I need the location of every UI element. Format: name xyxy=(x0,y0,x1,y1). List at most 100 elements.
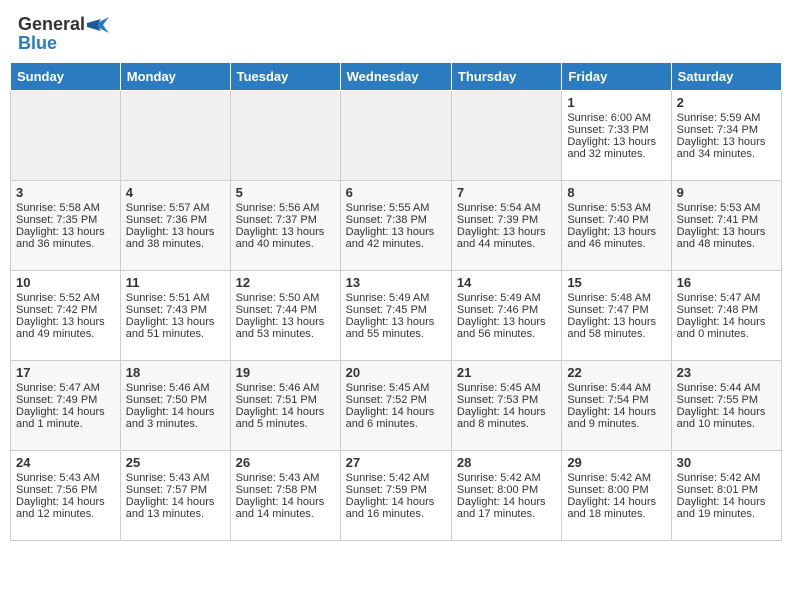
logo-bird-icon xyxy=(87,17,109,33)
day-number: 19 xyxy=(236,365,335,380)
calendar-cell: 14Sunrise: 5:49 AMSunset: 7:46 PMDayligh… xyxy=(451,271,561,361)
calendar-cell: 22Sunrise: 5:44 AMSunset: 7:54 PMDayligh… xyxy=(562,361,671,451)
day-number: 23 xyxy=(677,365,776,380)
calendar-cell: 4Sunrise: 5:57 AMSunset: 7:36 PMDaylight… xyxy=(120,181,230,271)
weekday-header-sunday: Sunday xyxy=(11,63,121,91)
calendar-cell: 17Sunrise: 5:47 AMSunset: 7:49 PMDayligh… xyxy=(11,361,121,451)
sunset-text: Sunset: 7:48 PM xyxy=(677,304,776,316)
day-number: 6 xyxy=(346,185,446,200)
calendar-cell xyxy=(11,91,121,181)
day-number: 17 xyxy=(16,365,115,380)
daylight-text: Daylight: 14 hours and 1 minute. xyxy=(16,406,115,430)
sunset-text: Sunset: 8:01 PM xyxy=(677,484,776,496)
calendar-cell: 15Sunrise: 5:48 AMSunset: 7:47 PMDayligh… xyxy=(562,271,671,361)
calendar-cell: 16Sunrise: 5:47 AMSunset: 7:48 PMDayligh… xyxy=(671,271,781,361)
sunset-text: Sunset: 7:45 PM xyxy=(346,304,446,316)
daylight-text: Daylight: 14 hours and 3 minutes. xyxy=(126,406,225,430)
day-number: 25 xyxy=(126,455,225,470)
day-number: 16 xyxy=(677,275,776,290)
sunset-text: Sunset: 7:52 PM xyxy=(346,394,446,406)
sunrise-text: Sunrise: 5:49 AM xyxy=(346,292,446,304)
daylight-text: Daylight: 14 hours and 17 minutes. xyxy=(457,496,556,520)
calendar-cell: 23Sunrise: 5:44 AMSunset: 7:55 PMDayligh… xyxy=(671,361,781,451)
sunset-text: Sunset: 7:34 PM xyxy=(677,124,776,136)
daylight-text: Daylight: 14 hours and 5 minutes. xyxy=(236,406,335,430)
daylight-text: Daylight: 14 hours and 12 minutes. xyxy=(16,496,115,520)
sunrise-text: Sunrise: 5:54 AM xyxy=(457,202,556,214)
daylight-text: Daylight: 14 hours and 18 minutes. xyxy=(567,496,665,520)
sunrise-text: Sunrise: 5:52 AM xyxy=(16,292,115,304)
day-number: 22 xyxy=(567,365,665,380)
weekday-header-wednesday: Wednesday xyxy=(340,63,451,91)
sunset-text: Sunset: 7:36 PM xyxy=(126,214,225,226)
daylight-text: Daylight: 13 hours and 36 minutes. xyxy=(16,226,115,250)
sunset-text: Sunset: 7:43 PM xyxy=(126,304,225,316)
calendar-cell xyxy=(451,91,561,181)
calendar-cell: 2Sunrise: 5:59 AMSunset: 7:34 PMDaylight… xyxy=(671,91,781,181)
weekday-header-row: SundayMondayTuesdayWednesdayThursdayFrid… xyxy=(11,63,782,91)
calendar-cell: 24Sunrise: 5:43 AMSunset: 7:56 PMDayligh… xyxy=(11,451,121,541)
daylight-text: Daylight: 13 hours and 55 minutes. xyxy=(346,316,446,340)
day-number: 18 xyxy=(126,365,225,380)
sunset-text: Sunset: 7:41 PM xyxy=(677,214,776,226)
logo-general-text: General xyxy=(18,14,85,35)
sunrise-text: Sunrise: 6:00 AM xyxy=(567,112,665,124)
calendar-cell xyxy=(120,91,230,181)
sunrise-text: Sunrise: 5:53 AM xyxy=(567,202,665,214)
sunset-text: Sunset: 7:35 PM xyxy=(16,214,115,226)
calendar-cell: 12Sunrise: 5:50 AMSunset: 7:44 PMDayligh… xyxy=(230,271,340,361)
sunrise-text: Sunrise: 5:50 AM xyxy=(236,292,335,304)
weekday-header-thursday: Thursday xyxy=(451,63,561,91)
day-number: 1 xyxy=(567,95,665,110)
daylight-text: Daylight: 14 hours and 19 minutes. xyxy=(677,496,776,520)
day-number: 9 xyxy=(677,185,776,200)
daylight-text: Daylight: 13 hours and 53 minutes. xyxy=(236,316,335,340)
day-number: 10 xyxy=(16,275,115,290)
logo: General Blue xyxy=(18,14,109,54)
sunrise-text: Sunrise: 5:58 AM xyxy=(16,202,115,214)
sunrise-text: Sunrise: 5:42 AM xyxy=(457,472,556,484)
calendar-cell: 26Sunrise: 5:43 AMSunset: 7:58 PMDayligh… xyxy=(230,451,340,541)
sunrise-text: Sunrise: 5:48 AM xyxy=(567,292,665,304)
calendar-cell: 25Sunrise: 5:43 AMSunset: 7:57 PMDayligh… xyxy=(120,451,230,541)
calendar-week-row: 3Sunrise: 5:58 AMSunset: 7:35 PMDaylight… xyxy=(11,181,782,271)
day-number: 13 xyxy=(346,275,446,290)
day-number: 27 xyxy=(346,455,446,470)
calendar-week-row: 1Sunrise: 6:00 AMSunset: 7:33 PMDaylight… xyxy=(11,91,782,181)
day-number: 8 xyxy=(567,185,665,200)
calendar-table: SundayMondayTuesdayWednesdayThursdayFrid… xyxy=(10,62,782,541)
calendar-week-row: 10Sunrise: 5:52 AMSunset: 7:42 PMDayligh… xyxy=(11,271,782,361)
calendar-cell: 20Sunrise: 5:45 AMSunset: 7:52 PMDayligh… xyxy=(340,361,451,451)
day-number: 24 xyxy=(16,455,115,470)
sunrise-text: Sunrise: 5:51 AM xyxy=(126,292,225,304)
calendar-week-row: 24Sunrise: 5:43 AMSunset: 7:56 PMDayligh… xyxy=(11,451,782,541)
day-number: 21 xyxy=(457,365,556,380)
sunrise-text: Sunrise: 5:56 AM xyxy=(236,202,335,214)
sunset-text: Sunset: 7:57 PM xyxy=(126,484,225,496)
calendar-cell: 6Sunrise: 5:55 AMSunset: 7:38 PMDaylight… xyxy=(340,181,451,271)
calendar-cell: 7Sunrise: 5:54 AMSunset: 7:39 PMDaylight… xyxy=(451,181,561,271)
daylight-text: Daylight: 13 hours and 34 minutes. xyxy=(677,136,776,160)
sunrise-text: Sunrise: 5:42 AM xyxy=(346,472,446,484)
day-number: 2 xyxy=(677,95,776,110)
daylight-text: Daylight: 14 hours and 0 minutes. xyxy=(677,316,776,340)
sunrise-text: Sunrise: 5:42 AM xyxy=(567,472,665,484)
sunrise-text: Sunrise: 5:43 AM xyxy=(126,472,225,484)
calendar-cell xyxy=(230,91,340,181)
sunset-text: Sunset: 8:00 PM xyxy=(567,484,665,496)
daylight-text: Daylight: 13 hours and 46 minutes. xyxy=(567,226,665,250)
sunset-text: Sunset: 7:55 PM xyxy=(677,394,776,406)
page-header: General Blue xyxy=(10,10,782,58)
weekday-header-monday: Monday xyxy=(120,63,230,91)
sunrise-text: Sunrise: 5:44 AM xyxy=(567,382,665,394)
day-number: 7 xyxy=(457,185,556,200)
sunrise-text: Sunrise: 5:53 AM xyxy=(677,202,776,214)
sunset-text: Sunset: 7:40 PM xyxy=(567,214,665,226)
sunrise-text: Sunrise: 5:44 AM xyxy=(677,382,776,394)
sunset-text: Sunset: 8:00 PM xyxy=(457,484,556,496)
logo-blue-text: Blue xyxy=(18,33,57,54)
day-number: 14 xyxy=(457,275,556,290)
sunset-text: Sunset: 7:49 PM xyxy=(16,394,115,406)
day-number: 28 xyxy=(457,455,556,470)
calendar-cell: 18Sunrise: 5:46 AMSunset: 7:50 PMDayligh… xyxy=(120,361,230,451)
